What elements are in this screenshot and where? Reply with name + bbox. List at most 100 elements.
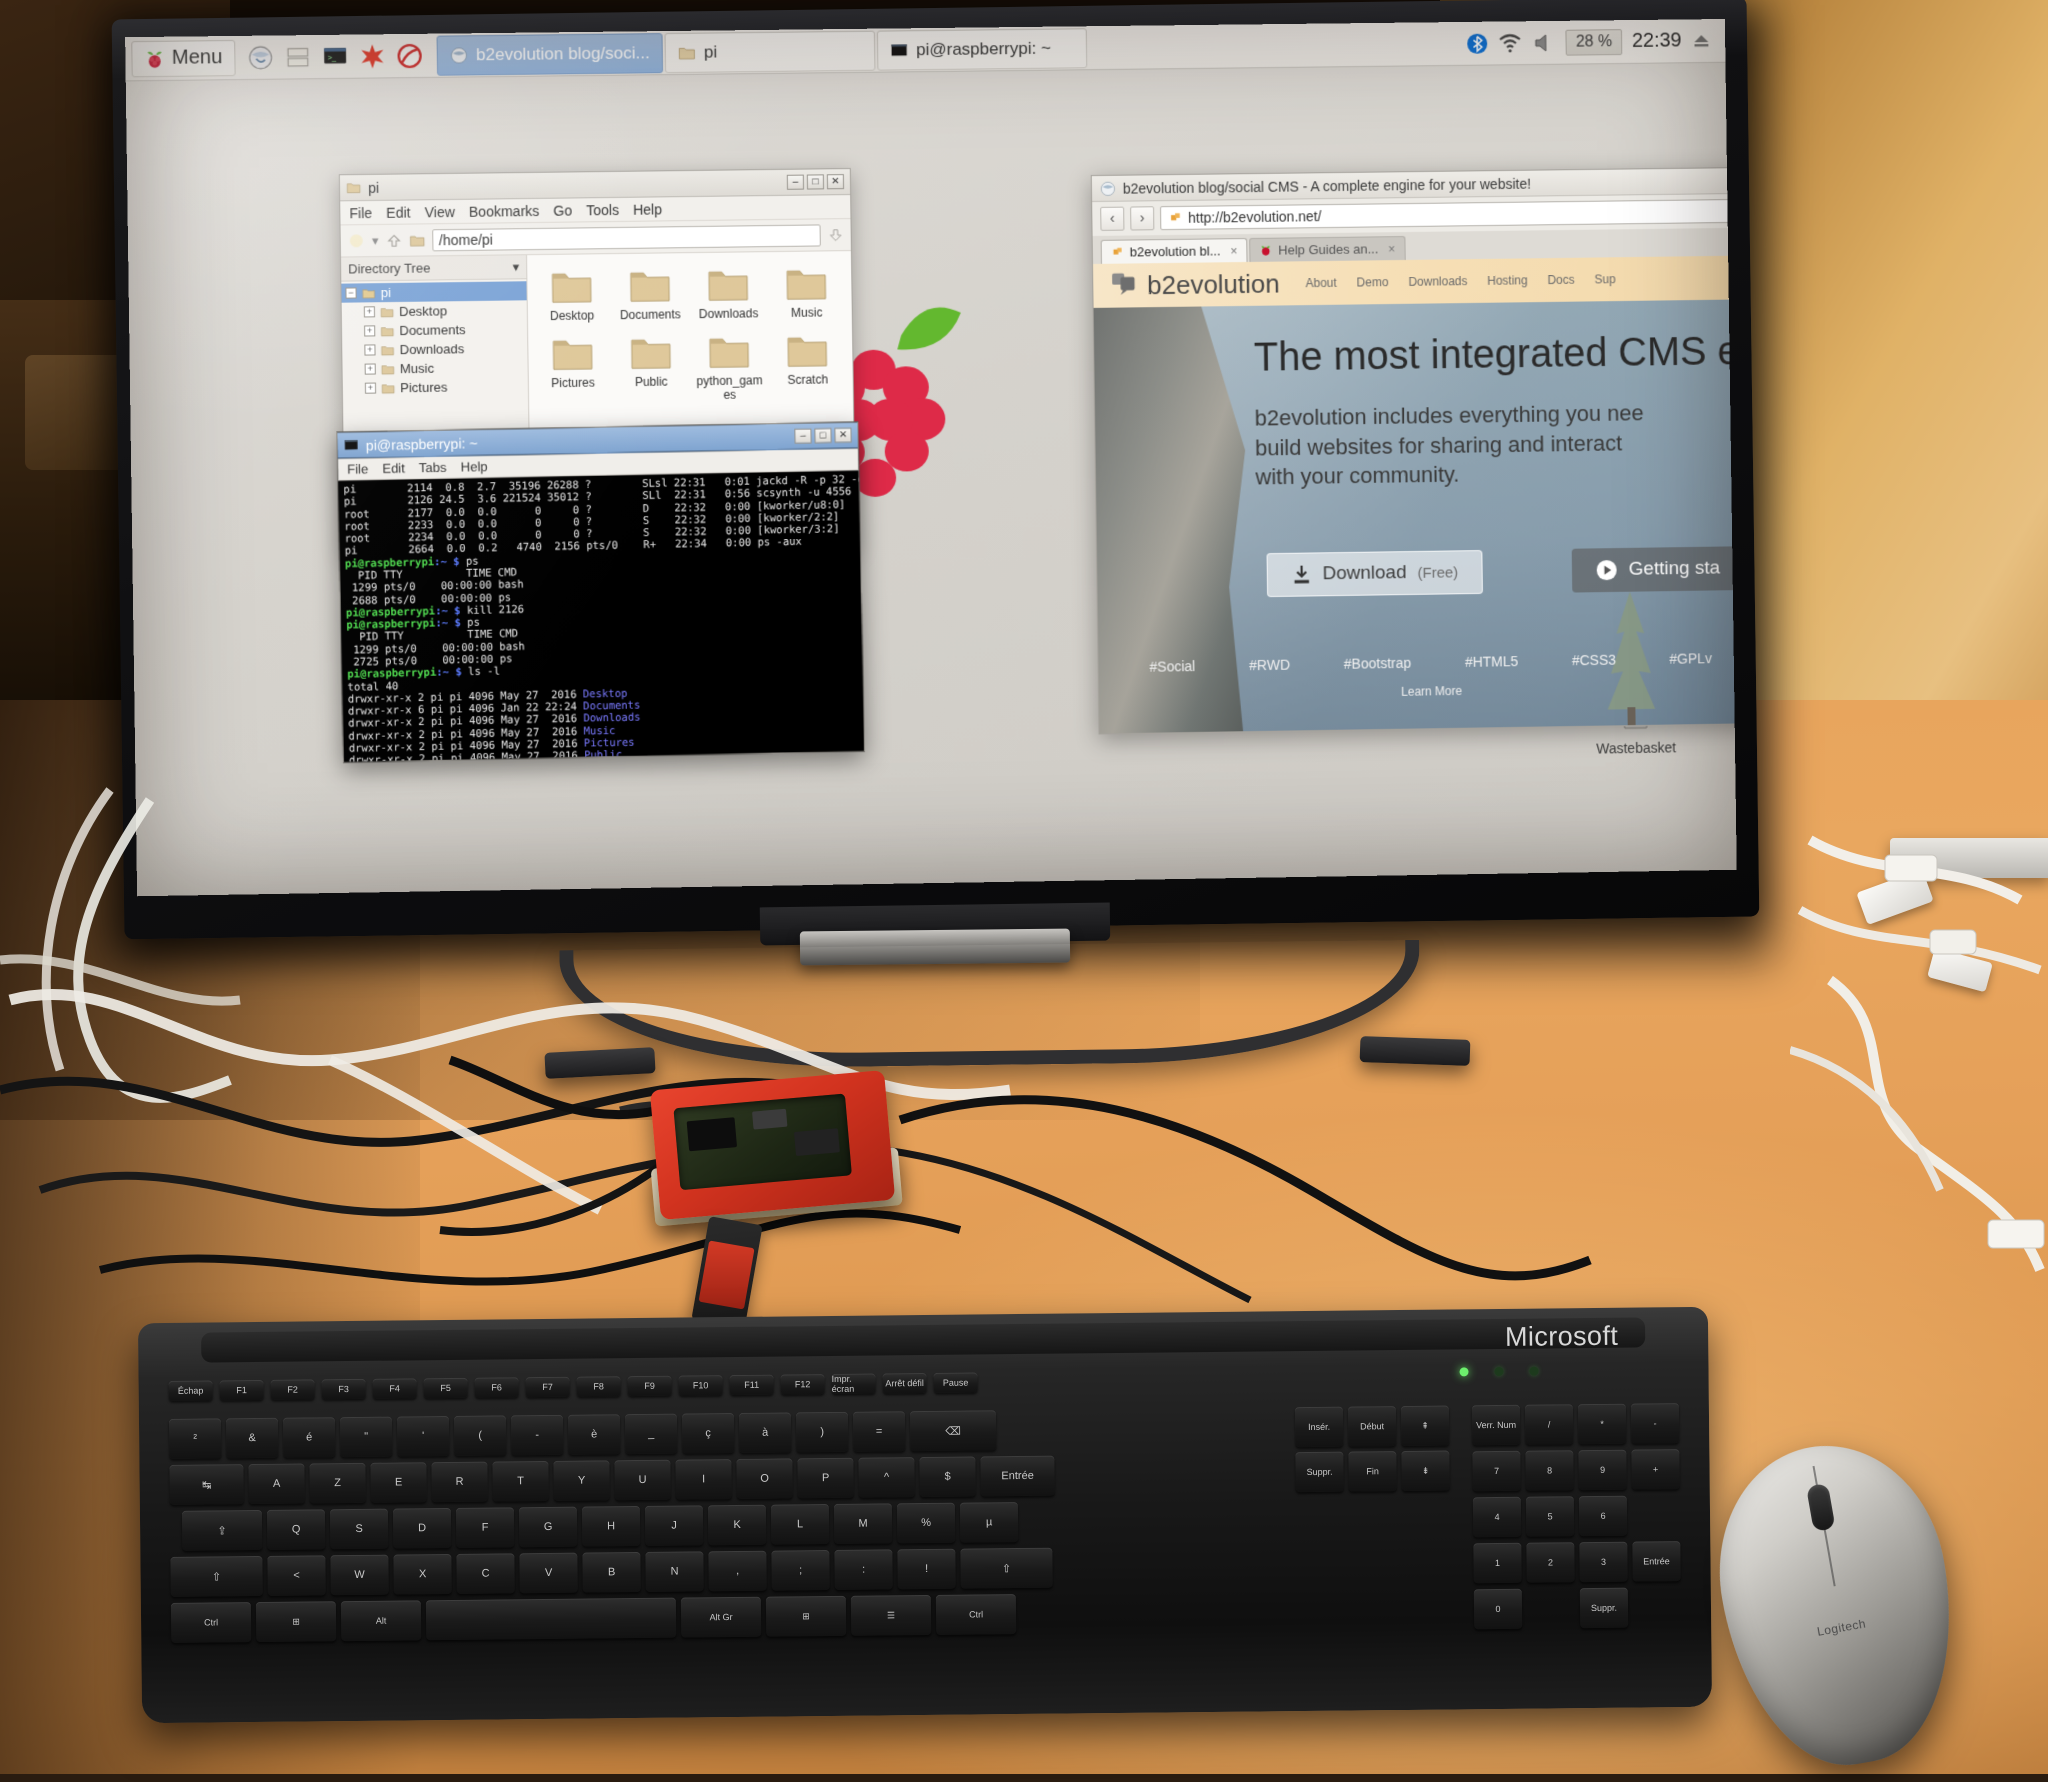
- key-⇪[interactable]: ⇪: [181, 1509, 263, 1551]
- directory-tree-header[interactable]: Directory Tree ▾: [340, 255, 527, 282]
- menu-tabs[interactable]: Tabs: [419, 460, 447, 476]
- menu-view[interactable]: View: [424, 203, 454, 219]
- folder-item-scratch[interactable]: Scratch: [769, 326, 846, 406]
- key-⌫[interactable]: ⌫: [909, 1410, 997, 1452]
- numpad-key-8[interactable]: 8: [1525, 1450, 1574, 1491]
- tree-item-desktop[interactable]: + Desktop: [342, 300, 527, 321]
- key-q[interactable]: Q: [266, 1509, 326, 1550]
- key-i[interactable]: I: [675, 1459, 732, 1500]
- go-icon[interactable]: [828, 227, 844, 243]
- clock[interactable]: 22:39: [1632, 29, 1682, 52]
- key-'[interactable]: ': [396, 1415, 450, 1457]
- browser-viewport[interactable]: b2evolution About Demo Downloads Hosting…: [1092, 255, 1737, 734]
- key-n[interactable]: N: [645, 1551, 704, 1592]
- key-f4[interactable]: F4: [372, 1378, 417, 1399]
- key-,[interactable]: ,: [708, 1550, 767, 1592]
- key-f12[interactable]: F12: [780, 1374, 825, 1395]
- key-%[interactable]: %: [896, 1502, 956, 1544]
- key-s[interactable]: S: [329, 1508, 389, 1550]
- nav-docs[interactable]: Docs: [1547, 273, 1574, 287]
- menu-tools[interactable]: Tools: [586, 201, 619, 217]
- folder-item-python-games[interactable]: python_games: [691, 327, 768, 407]
- cpu-usage-indicator[interactable]: 28 %: [1565, 28, 1623, 56]
- key-f[interactable]: F: [455, 1507, 515, 1548]
- launcher-file-manager-icon[interactable]: [281, 40, 316, 75]
- key-⇧[interactable]: ⇧: [170, 1555, 263, 1597]
- key-f2[interactable]: F2: [270, 1379, 315, 1400]
- key-échap[interactable]: Échap: [168, 1380, 213, 1401]
- tree-item-downloads[interactable]: + Downloads: [342, 338, 527, 360]
- numpad-key-1[interactable]: 1: [1473, 1542, 1522, 1584]
- key-f7[interactable]: F7: [525, 1376, 570, 1398]
- hashtag-bootstrap[interactable]: #Bootstrap: [1344, 655, 1412, 672]
- numpad-key-5[interactable]: 5: [1525, 1496, 1575, 1537]
- launcher-wolfram-icon[interactable]: [392, 38, 427, 72]
- back-button[interactable]: ‹: [1100, 206, 1125, 231]
- hashtag-html5[interactable]: #HTML5: [1465, 653, 1519, 670]
- numpad-key-4[interactable]: 4: [1472, 1496, 1522, 1538]
- key-⊞[interactable]: ⊞: [255, 1601, 337, 1643]
- key-ctrl[interactable]: Ctrl: [935, 1594, 1017, 1635]
- menu-file[interactable]: File: [347, 461, 368, 476]
- folder-item-music[interactable]: Music: [768, 259, 845, 325]
- keyboard[interactable]: Microsoft Échap F1 F2 F3 F4 F5 F6 F7 F8 F9 F10 F11 F…: [137, 1306, 1713, 1724]
- key-pause[interactable]: Pause: [933, 1372, 978, 1393]
- key-space[interactable]: [425, 1597, 677, 1641]
- keyboard-nav-cluster[interactable]: Insér. Début ⇞ Suppr. Fin ⇟: [1294, 1405, 1450, 1493]
- download-button[interactable]: Download (Free): [1266, 550, 1484, 598]
- key-z[interactable]: Z: [309, 1462, 366, 1504]
- expand-icon[interactable]: +: [364, 363, 376, 375]
- expand-icon[interactable]: +: [364, 382, 377, 394]
- key-;[interactable]: ;: [771, 1550, 830, 1591]
- path-input[interactable]: /home/pi: [431, 223, 821, 251]
- forward-button[interactable]: ›: [1130, 206, 1155, 231]
- folder-item-desktop[interactable]: Desktop: [533, 262, 610, 328]
- menu-file[interactable]: File: [349, 204, 372, 220]
- nav-key-suppr-[interactable]: Suppr.: [1295, 1451, 1344, 1493]
- taskbar-task-browser[interactable]: b2evolution blog/soci...: [436, 32, 664, 76]
- launcher-mathematica-icon[interactable]: [355, 39, 390, 74]
- nav-key--[interactable]: ⇟: [1401, 1450, 1450, 1492]
- nav-key--[interactable]: ⇞: [1400, 1405, 1450, 1447]
- key-&[interactable]: &: [225, 1417, 279, 1459]
- taskbar-task-filemanager[interactable]: pi: [664, 30, 876, 73]
- key-f10[interactable]: F10: [678, 1375, 723, 1396]
- tree-item-documents[interactable]: + Documents: [342, 319, 527, 340]
- menu-go[interactable]: Go: [553, 202, 572, 218]
- key-b[interactable]: B: [582, 1551, 641, 1593]
- browser-tab-help-guides[interactable]: Help Guides an... ×: [1249, 236, 1406, 262]
- key-j[interactable]: J: [644, 1505, 704, 1546]
- menu-edit[interactable]: Edit: [386, 204, 410, 220]
- numpad-key-2[interactable]: 2: [1526, 1542, 1575, 1583]
- key-ctrl[interactable]: Ctrl: [170, 1602, 252, 1643]
- key-arrêt-défil[interactable]: Arrêt défil: [882, 1372, 927, 1394]
- key-g[interactable]: G: [518, 1506, 578, 1548]
- numpad-key-suppr-[interactable]: Suppr.: [1579, 1587, 1629, 1629]
- key-f8[interactable]: F8: [576, 1376, 621, 1397]
- close-button[interactable]: ✕: [826, 174, 845, 190]
- key-t[interactable]: T: [492, 1460, 549, 1502]
- key-alt[interactable]: Alt: [340, 1600, 422, 1642]
- key-d[interactable]: D: [392, 1507, 452, 1549]
- key-f6[interactable]: F6: [474, 1377, 519, 1398]
- folder-item-pictures[interactable]: Pictures: [534, 329, 611, 409]
- key-²[interactable]: ²: [168, 1418, 222, 1459]
- key-=[interactable]: =: [852, 1411, 906, 1452]
- nav-key-d-but[interactable]: Début: [1347, 1406, 1397, 1447]
- key-l[interactable]: L: [770, 1504, 830, 1545]
- collapse-icon[interactable]: −: [345, 287, 357, 299]
- hashtag-rwd[interactable]: #RWD: [1249, 657, 1290, 674]
- key-f5[interactable]: F5: [423, 1377, 468, 1399]
- bluetooth-icon[interactable]: [1467, 32, 1489, 54]
- nav-key-fin[interactable]: Fin: [1348, 1451, 1397, 1492]
- key--[interactable]: -: [510, 1414, 564, 1456]
- key-y[interactable]: Y: [553, 1460, 610, 1501]
- nav-about[interactable]: About: [1305, 276, 1336, 290]
- browser-tab-b2evolution[interactable]: b2evolution bl... ×: [1100, 238, 1248, 264]
- close-button[interactable]: ✕: [834, 427, 852, 443]
- nav-support[interactable]: Sup: [1594, 272, 1615, 286]
- key-)[interactable]: ): [795, 1411, 849, 1453]
- home-folder-icon[interactable]: [409, 232, 425, 248]
- key-f11[interactable]: F11: [729, 1374, 774, 1396]
- key-µ[interactable]: µ: [959, 1502, 1019, 1543]
